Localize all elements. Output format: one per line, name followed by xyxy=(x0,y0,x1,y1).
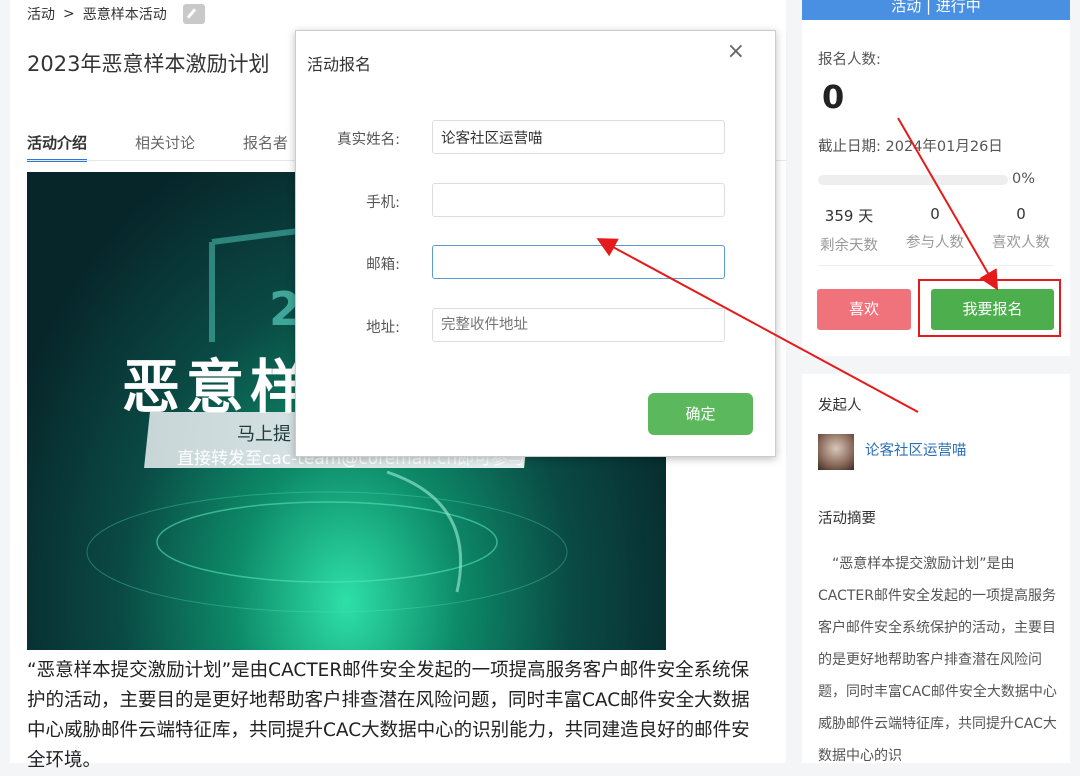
signup-count: 0 xyxy=(822,78,845,116)
signup-dialog: 活动报名 × 真实姓名: 手机: 邮箱: 地址: 确定 xyxy=(295,30,776,457)
address-input[interactable] xyxy=(432,308,725,342)
summary-text: “恶意样本提交激励计划”是由CACTER邮件安全发起的一项提高服务客户邮件安全系… xyxy=(818,556,1057,764)
divider xyxy=(818,265,1054,266)
breadcrumb-separator: > xyxy=(63,6,75,22)
tab-discussion[interactable]: 相关讨论 xyxy=(135,132,195,162)
page-title: 2023年恶意样本激励计划 xyxy=(27,52,270,76)
stat-label: 参与人数 xyxy=(906,235,964,251)
close-icon[interactable]: × xyxy=(727,39,745,64)
confirm-button[interactable]: 确定 xyxy=(648,393,753,435)
stat-likes: 0 喜欢人数 xyxy=(992,205,1050,255)
activity-description: “恶意样本提交激励计划”是由CACTER邮件安全发起的一项提高服务客户邮件安全系… xyxy=(27,660,750,771)
progress-percent: 0% xyxy=(1012,171,1036,187)
organizer-card: 发起人 论客社区运营喵 活动摘要 “恶意样本提交激励计划”是由CACTER邮件安… xyxy=(802,374,1070,764)
field-label-name: 真实姓名: xyxy=(337,132,400,148)
stat-value: 0 xyxy=(930,205,940,223)
organizer-avatar[interactable] xyxy=(818,434,854,470)
edit-icon[interactable] xyxy=(182,4,205,24)
stat-remaining-days: 359 天 剩余天数 xyxy=(820,205,878,255)
stat-label: 喜欢人数 xyxy=(992,235,1050,251)
breadcrumb-current[interactable]: 恶意样本活动 xyxy=(83,4,167,24)
organizer-name-link[interactable]: 论客社区运营喵 xyxy=(865,439,967,460)
field-label-address: 地址: xyxy=(366,320,400,336)
tab-bar: 活动介绍 相关讨论 报名者 xyxy=(27,132,288,162)
email-input[interactable] xyxy=(432,245,725,279)
progress-bar xyxy=(818,175,1008,185)
field-label-email: 邮箱: xyxy=(366,257,400,273)
like-button[interactable]: 喜欢 xyxy=(817,289,911,330)
stat-value: 359 天 xyxy=(824,207,874,225)
status-bar: 活动 | 进行中 xyxy=(802,0,1070,20)
breadcrumb-root-link[interactable]: 活动 xyxy=(27,4,55,24)
stats-row: 359 天 剩余天数 0 参与人数 0 喜欢人数 xyxy=(820,205,1050,255)
stat-label: 剩余天数 xyxy=(820,238,878,254)
annotation-highlight-box xyxy=(918,279,1061,337)
stat-participants: 0 参与人数 xyxy=(906,205,964,255)
field-label-phone: 手机: xyxy=(366,195,400,211)
summary-heading: 活动摘要 xyxy=(818,511,876,527)
name-input[interactable] xyxy=(432,120,725,154)
stat-value: 0 xyxy=(1016,205,1026,223)
banner-line-1: 马上提 xyxy=(237,424,291,445)
organizer-heading: 发起人 xyxy=(818,398,862,414)
phone-input[interactable] xyxy=(432,183,725,217)
breadcrumb: 活动 > 恶意样本活动 xyxy=(27,4,205,24)
tab-intro[interactable]: 活动介绍 xyxy=(27,132,88,162)
deadline-text: 截止日期: 2024年01月26日 xyxy=(818,139,1003,155)
dialog-title: 活动报名 xyxy=(307,55,372,74)
banner-headline: 恶意样 xyxy=(122,353,315,421)
signup-count-label: 报名人数: xyxy=(818,52,881,68)
